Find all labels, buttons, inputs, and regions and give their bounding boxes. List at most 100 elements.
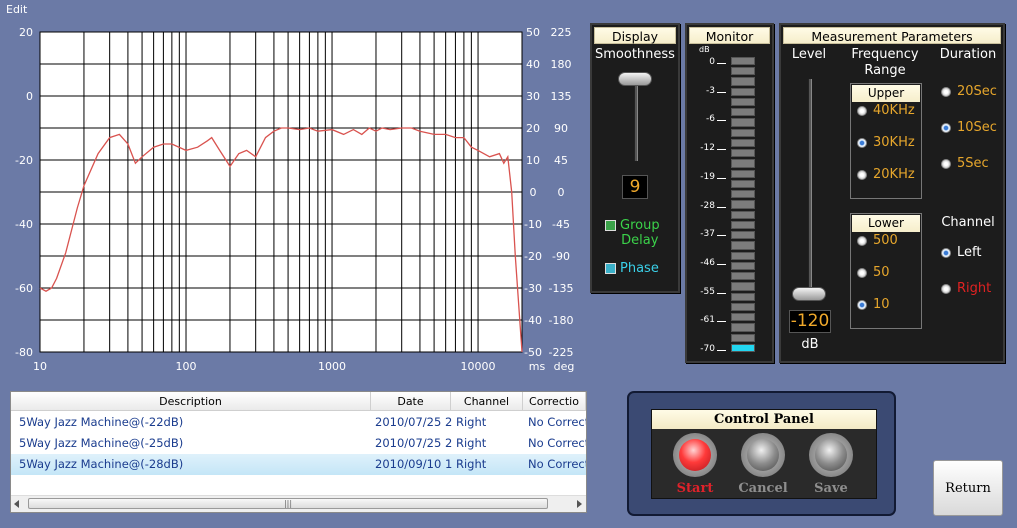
- cancel-button-icon: [747, 439, 779, 471]
- y-left-tick-label: -60: [15, 282, 33, 295]
- monitor-scale-tick: [717, 235, 726, 237]
- phase-label: Phase: [620, 261, 659, 276]
- smoothness-track[interactable]: [634, 77, 638, 161]
- y-right-ms-tick-label: -20: [524, 250, 542, 263]
- y-right-ms-tick-label: 0: [530, 186, 537, 199]
- level-slider-thumb[interactable]: [792, 287, 826, 301]
- monitor-panel: Monitor dB 0 -3 -6 -12 -19 -28 -37 -46 -55 -61 -70: [685, 23, 774, 363]
- y-right-deg-tick-label: 135: [551, 90, 572, 103]
- monitor-scale-tick: [717, 350, 726, 351]
- radio-icon: [941, 247, 951, 258]
- window-title: Edit: [6, 3, 28, 16]
- channel-option-right[interactable]: Right: [941, 281, 991, 296]
- frequency-range-label: Frequency Range: [851, 47, 919, 78]
- meter-segment: [731, 302, 755, 312]
- cancel-button[interactable]: [741, 433, 785, 477]
- meter-segment: [731, 220, 755, 230]
- x-tick-label: 10: [33, 360, 47, 373]
- scrollbar-thumb[interactable]: |||: [28, 498, 548, 509]
- upper-option-20khz[interactable]: 20KHz: [857, 167, 915, 182]
- measurement-list[interactable]: Description Date Channel Correctio 5Way …: [10, 391, 587, 513]
- y-right-deg-tick-label: 90: [554, 122, 568, 135]
- table-row[interactable]: 5Way Jazz Machine@(-28dB) 2010/09/10 1 Rig…: [11, 454, 586, 475]
- save-button[interactable]: [809, 433, 853, 477]
- y-right-ms-tick-label: 10: [526, 154, 540, 167]
- lower-option-500[interactable]: 500: [857, 233, 898, 248]
- cell-description: 5Way Jazz Machine@(-28dB): [19, 457, 184, 471]
- meter-segment: [731, 97, 755, 107]
- meter-segment: [731, 231, 755, 240]
- horizontal-scrollbar[interactable]: |||: [11, 495, 586, 512]
- save-button-icon: [815, 439, 847, 471]
- upper-option-label: 30KHz: [873, 135, 915, 150]
- y-left-tick-label: -40: [15, 218, 33, 231]
- y-left-tick-label: 20: [19, 26, 33, 39]
- group-delay-checkbox[interactable]: Group Delay: [605, 218, 660, 248]
- channel-option-label: Right: [957, 281, 992, 296]
- duration-option-20sec[interactable]: 20Sec: [941, 84, 997, 99]
- meter-segment: [731, 57, 755, 66]
- meter-segment: [731, 118, 755, 127]
- y-left-tick-label: 0: [26, 90, 33, 103]
- upper-option-30khz[interactable]: 30KHz: [857, 135, 915, 150]
- save-button-label: Save: [814, 481, 848, 496]
- table-row[interactable]: 5Way Jazz Machine@(-22dB) 2010/07/25 2 Rig…: [11, 412, 586, 433]
- monitor-scale-label: -61: [700, 315, 715, 326]
- cell-correction: No Correct: [528, 415, 586, 429]
- column-header-channel[interactable]: Channel: [451, 392, 523, 411]
- start-button[interactable]: [673, 433, 717, 477]
- meter-segment: [731, 241, 755, 250]
- meter-segment: [731, 261, 755, 271]
- y-right-deg-tick-label: 180: [551, 58, 572, 71]
- radio-icon: [857, 169, 867, 180]
- upper-option-label: 20KHz: [873, 167, 915, 182]
- meter-segment: [731, 67, 755, 76]
- duration-option-5sec[interactable]: 5Sec: [941, 156, 989, 171]
- monitor-scale-label: -28: [700, 200, 715, 211]
- level-unit: dB: [801, 337, 819, 352]
- cell-channel: Right: [456, 415, 487, 429]
- scroll-left-icon[interactable]: [14, 500, 19, 508]
- meter-segment: [731, 128, 755, 137]
- lower-option-50[interactable]: 50: [857, 265, 890, 280]
- meter-segment: [731, 251, 755, 260]
- monitor-scale-tick: [717, 177, 726, 179]
- column-header-description[interactable]: Description: [11, 392, 371, 411]
- meter-segment: [731, 87, 755, 96]
- monitor-scale-tick: [717, 292, 726, 294]
- y-right-ms-tick-label: 40: [526, 58, 540, 71]
- y-right-deg-tick-label: 45: [554, 154, 568, 167]
- cell-correction: No Correct: [528, 457, 586, 471]
- monitor-scale-label: -19: [700, 171, 715, 182]
- level-track[interactable]: [808, 79, 812, 301]
- y-right-ms-tick-label: 20: [526, 122, 540, 135]
- y-right-ms-tick-label: -10: [524, 218, 542, 231]
- column-header-correction[interactable]: Correctio: [523, 392, 586, 411]
- duration-label: Duration: [939, 47, 997, 62]
- radio-icon: [857, 105, 867, 116]
- y-right-deg-tick-label: -90: [552, 250, 570, 263]
- phase-check-icon: [605, 263, 616, 274]
- upper-option-label: 40KHz: [873, 103, 915, 118]
- upper-option-40khz[interactable]: 40KHz: [857, 103, 915, 118]
- table-row[interactable]: 5Way Jazz Machine@(-25dB) 2010/07/25 2 Rig…: [11, 433, 586, 454]
- smoothness-slider-thumb[interactable]: [618, 72, 652, 86]
- duration-option-label: 20Sec: [957, 84, 997, 99]
- monitor-scale-label: -12: [700, 143, 715, 154]
- level-value: -120: [789, 310, 831, 333]
- y-right-ms-tick-label: 50: [526, 26, 540, 39]
- lower-option-10[interactable]: 10: [857, 297, 890, 312]
- meter-segment: [731, 159, 755, 168]
- duration-option-10sec[interactable]: 10Sec: [941, 120, 997, 135]
- phase-checkbox[interactable]: Phase: [605, 261, 659, 276]
- channel-option-left[interactable]: Left: [941, 245, 981, 260]
- y-left-tick-label: -20: [15, 154, 33, 167]
- column-header-date[interactable]: Date: [371, 392, 451, 411]
- meter-segment: [731, 292, 755, 301]
- meter-segment: [731, 200, 755, 209]
- level-label: Level: [791, 47, 827, 62]
- scroll-right-icon[interactable]: [577, 500, 582, 508]
- return-button[interactable]: Return: [933, 460, 1003, 516]
- cell-correction: No Correct: [528, 436, 586, 450]
- meter-segment: [731, 149, 755, 158]
